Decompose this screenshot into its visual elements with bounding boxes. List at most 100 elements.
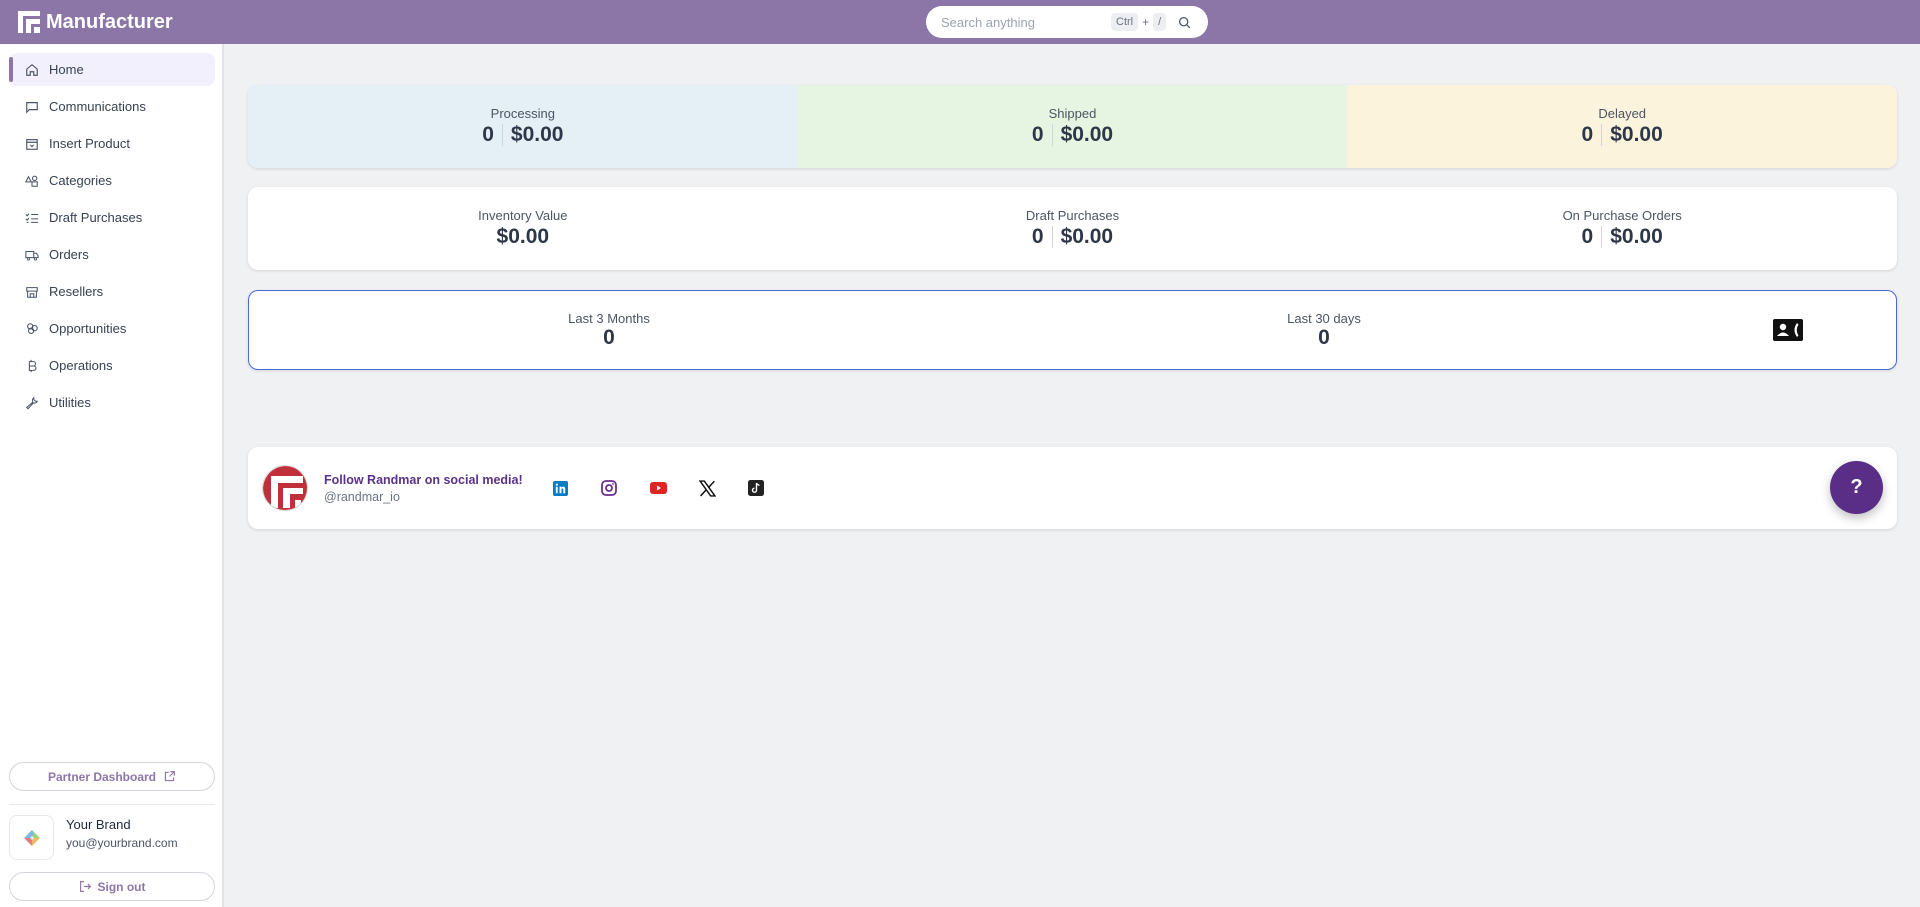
external-link-icon bbox=[163, 770, 176, 783]
x-twitter-icon[interactable] bbox=[683, 473, 732, 503]
stat-separator bbox=[1601, 124, 1603, 146]
shapes-icon bbox=[24, 173, 39, 188]
help-button[interactable]: ? bbox=[1830, 461, 1883, 514]
sidebar-item-label: Draft Purchases bbox=[49, 210, 143, 225]
order-status-card: Processing 0 $0.00 Shipped 0 $0.00 Delay… bbox=[248, 85, 1897, 168]
stat-label: Inventory Value bbox=[478, 208, 568, 223]
social-title: Follow Randmar on social media! bbox=[324, 472, 523, 487]
inventory-summary-card: Inventory Value $0.00 Draft Purchases 0 … bbox=[248, 187, 1897, 270]
stat-amount: $0.00 bbox=[510, 123, 564, 146]
draft-purchases-summary[interactable]: Draft Purchases 0 $0.00 bbox=[798, 187, 1348, 270]
stat-amount: $0.00 bbox=[1060, 123, 1114, 146]
stat-value: 0 bbox=[603, 325, 615, 349]
sidebar-item-label: Insert Product bbox=[49, 136, 130, 151]
sidebar-item-label: Categories bbox=[49, 173, 112, 188]
communications-period-card[interactable]: Last 3 Months 0 Last 30 days 0 bbox=[248, 290, 1897, 370]
sidebar-item-insert-product[interactable]: Insert Product bbox=[9, 127, 215, 160]
brand-logo-icon bbox=[18, 11, 40, 33]
stat-count: 0 bbox=[1581, 225, 1594, 248]
brand-avatar-icon bbox=[23, 829, 40, 846]
app-title: Manufacturer bbox=[46, 10, 173, 33]
randmar-logo bbox=[262, 465, 308, 511]
top-bar: Manufacturer Ctrl + / bbox=[0, 0, 1920, 44]
social-card: Follow Randmar on social media! @randmar… bbox=[248, 447, 1897, 529]
purchase-orders-summary[interactable]: On Purchase Orders 0 $0.00 bbox=[1347, 187, 1897, 270]
sidebar-item-home[interactable]: Home bbox=[9, 53, 215, 86]
stat-count: 0 bbox=[1031, 123, 1044, 146]
sidebar-item-label: Resellers bbox=[49, 284, 104, 299]
period-last-3-months: Last 3 Months 0 bbox=[249, 291, 969, 369]
stat-value: 0 bbox=[1318, 325, 1330, 349]
stat-label: Delayed bbox=[1598, 106, 1647, 121]
sidebar-item-label: Utilities bbox=[49, 395, 91, 410]
stat-separator bbox=[501, 124, 503, 146]
contact-phone-icon-wrap bbox=[1679, 291, 1896, 369]
status-shipped[interactable]: Shipped 0 $0.00 bbox=[797, 85, 1348, 168]
partner-dashboard-label: Partner Dashboard bbox=[47, 769, 157, 784]
stat-count: 0 bbox=[482, 123, 494, 146]
stat-amount: $0.00 bbox=[496, 225, 550, 248]
stat-label: Processing bbox=[490, 106, 555, 121]
contact-phone-icon bbox=[1772, 319, 1803, 341]
user-card[interactable]: Your Brand you@yourbrand.com bbox=[9, 815, 178, 860]
truck-icon bbox=[24, 247, 39, 262]
stat-label: Shipped bbox=[1048, 106, 1097, 121]
avatar bbox=[9, 815, 54, 860]
sidebar-item-resellers[interactable]: Resellers bbox=[9, 275, 215, 308]
stat-label: On Purchase Orders bbox=[1562, 208, 1682, 223]
status-delayed[interactable]: Delayed 0 $0.00 bbox=[1347, 85, 1897, 168]
sidebar: Home Communications Insert Product Categ… bbox=[0, 44, 224, 907]
user-email: you@yourbrand.com bbox=[66, 836, 178, 850]
stat-label: Draft Purchases bbox=[1025, 208, 1120, 223]
status-processing[interactable]: Processing 0 $0.00 bbox=[248, 85, 798, 168]
stat-amount: $0.00 bbox=[1060, 225, 1114, 248]
bitcoin-icon bbox=[24, 358, 39, 373]
sidebar-item-utilities[interactable]: Utilities bbox=[9, 386, 215, 419]
search-icon[interactable] bbox=[1176, 14, 1192, 30]
sign-out-button[interactable]: Sign out bbox=[9, 872, 215, 901]
instagram-icon[interactable] bbox=[585, 473, 634, 503]
sidebar-item-label: Home bbox=[49, 62, 84, 77]
store-icon bbox=[24, 284, 39, 299]
sidebar-item-opportunities[interactable]: Opportunities bbox=[9, 312, 215, 345]
randmar-logo-icon bbox=[263, 466, 307, 510]
stat-amount: $0.00 bbox=[1610, 225, 1663, 248]
sidebar-item-label: Operations bbox=[49, 358, 113, 373]
search-box[interactable]: Ctrl + / bbox=[926, 6, 1208, 38]
social-handle: @randmar_io bbox=[324, 489, 400, 504]
inventory-value[interactable]: Inventory Value $0.00 bbox=[248, 187, 798, 270]
stat-separator bbox=[1051, 124, 1053, 146]
tiktok-icon[interactable] bbox=[732, 473, 781, 503]
period-last-30-days: Last 30 days 0 bbox=[969, 291, 1679, 369]
shortcut-plus: + bbox=[1142, 15, 1150, 29]
stat-label: Last 3 Months bbox=[568, 310, 650, 326]
sign-out-label: Sign out bbox=[97, 879, 146, 894]
shortcut-key-slash: / bbox=[1153, 13, 1167, 31]
sidebar-item-label: Opportunities bbox=[49, 321, 127, 336]
youtube-icon[interactable] bbox=[634, 473, 683, 503]
sidebar-item-categories[interactable]: Categories bbox=[9, 164, 215, 197]
home-icon bbox=[24, 62, 39, 77]
archive-icon bbox=[24, 136, 39, 151]
brand[interactable]: Manufacturer bbox=[18, 11, 173, 34]
stat-separator bbox=[1601, 226, 1603, 248]
sidebar-item-draft-purchases[interactable]: Draft Purchases bbox=[9, 201, 215, 234]
partner-dashboard-button[interactable]: Partner Dashboard bbox=[9, 762, 215, 791]
sidebar-item-label: Communications bbox=[49, 99, 146, 114]
sidebar-item-communications[interactable]: Communications bbox=[9, 90, 215, 123]
linkedin-icon[interactable] bbox=[536, 473, 585, 503]
sidebar-item-label: Orders bbox=[49, 247, 89, 262]
sidebar-divider bbox=[9, 804, 215, 805]
message-icon bbox=[24, 99, 39, 114]
stat-separator bbox=[1051, 226, 1053, 248]
stat-amount: $0.00 bbox=[1610, 123, 1663, 146]
stat-count: 0 bbox=[1581, 123, 1594, 146]
search-input[interactable] bbox=[941, 14, 1111, 30]
stat-count: 0 bbox=[1031, 225, 1044, 248]
user-name: Your Brand bbox=[66, 817, 131, 832]
sidebar-item-orders[interactable]: Orders bbox=[9, 238, 215, 271]
sidebar-item-operations[interactable]: Operations bbox=[9, 349, 215, 382]
sign-out-icon bbox=[79, 880, 92, 893]
wrench-icon bbox=[24, 395, 39, 410]
shortcut-key-ctrl: Ctrl bbox=[1111, 13, 1139, 31]
